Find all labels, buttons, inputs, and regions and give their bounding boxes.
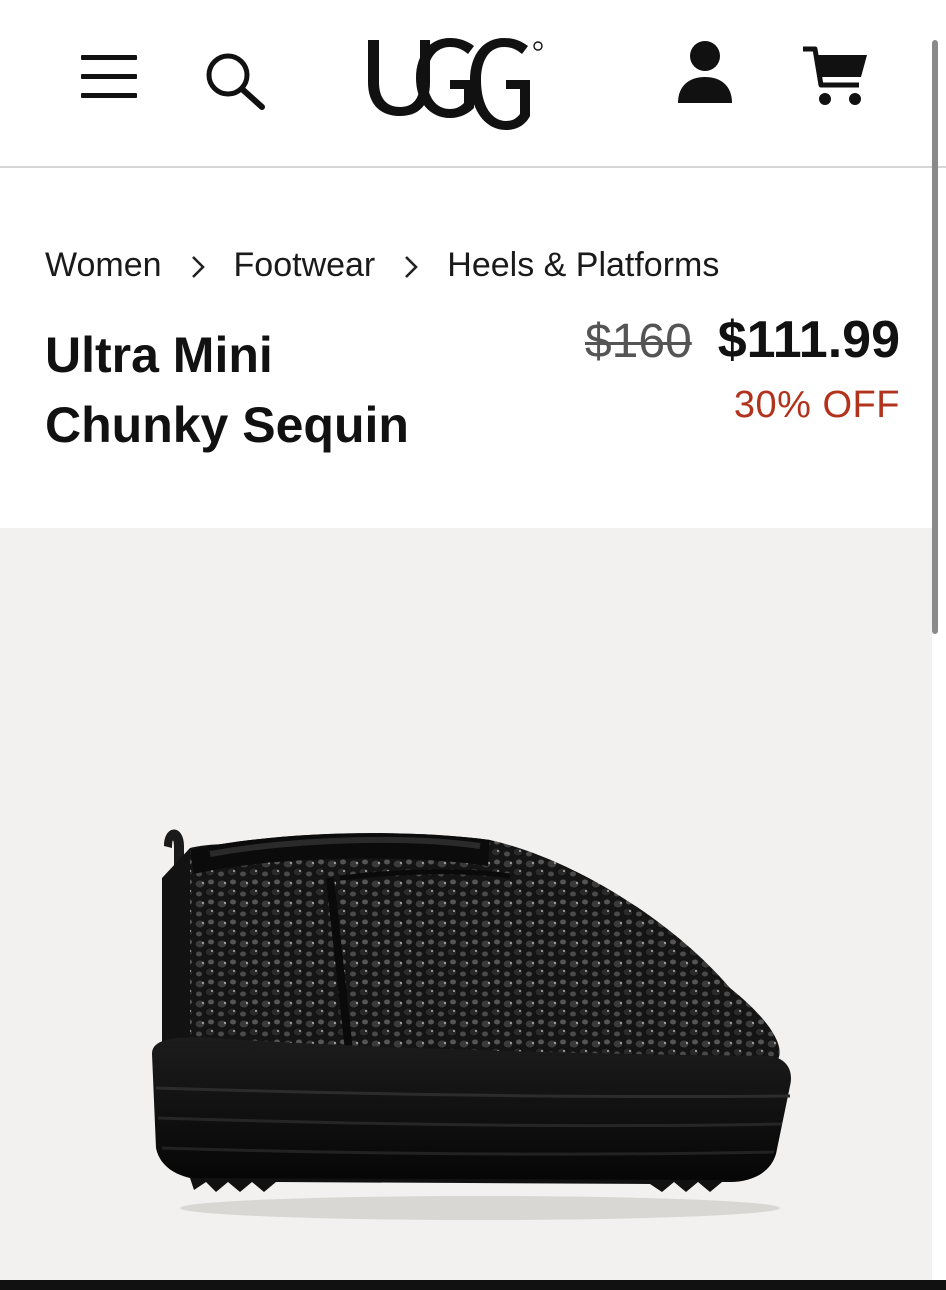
- site-header: [0, 0, 946, 168]
- product-title: Ultra Mini Chunky Sequin: [45, 320, 505, 460]
- price-block: $160 $111.99 30% OFF: [585, 310, 900, 427]
- product-info: Women Footwear Heels & Platforms Ultra M…: [0, 170, 932, 528]
- product-image-area[interactable]: [0, 528, 932, 1280]
- sale-price: $111.99: [717, 311, 900, 369]
- account-button[interactable]: [670, 36, 740, 108]
- breadcrumb-item-footwear[interactable]: Footwear: [234, 246, 376, 285]
- search-icon: [206, 53, 265, 110]
- scrollbar[interactable]: [932, 40, 938, 634]
- search-button[interactable]: [200, 48, 270, 112]
- discount-label: 30% OFF: [733, 384, 900, 426]
- breadcrumb: Women Footwear Heels & Platforms: [45, 246, 719, 285]
- ugg-logo[interactable]: [362, 30, 578, 134]
- ugg-logo-mark: [368, 38, 543, 130]
- original-price: $160: [584, 315, 692, 368]
- account-icon: [678, 41, 732, 103]
- chevron-right-icon: [162, 246, 234, 285]
- product-title-line1: Ultra Mini: [45, 327, 273, 383]
- menu-button[interactable]: [78, 48, 140, 106]
- chevron-right-icon: [375, 246, 447, 285]
- breadcrumb-item-heels-platforms[interactable]: Heels & Platforms: [447, 246, 719, 285]
- cart-icon: [803, 46, 867, 105]
- cart-button[interactable]: [800, 42, 872, 112]
- product-title-line2: Chunky Sequin: [45, 397, 409, 453]
- bottom-bar: [0, 1280, 946, 1290]
- product-image[interactable]: [150, 818, 800, 1238]
- menu-icon: [81, 55, 137, 98]
- breadcrumb-item-women[interactable]: Women: [45, 246, 162, 285]
